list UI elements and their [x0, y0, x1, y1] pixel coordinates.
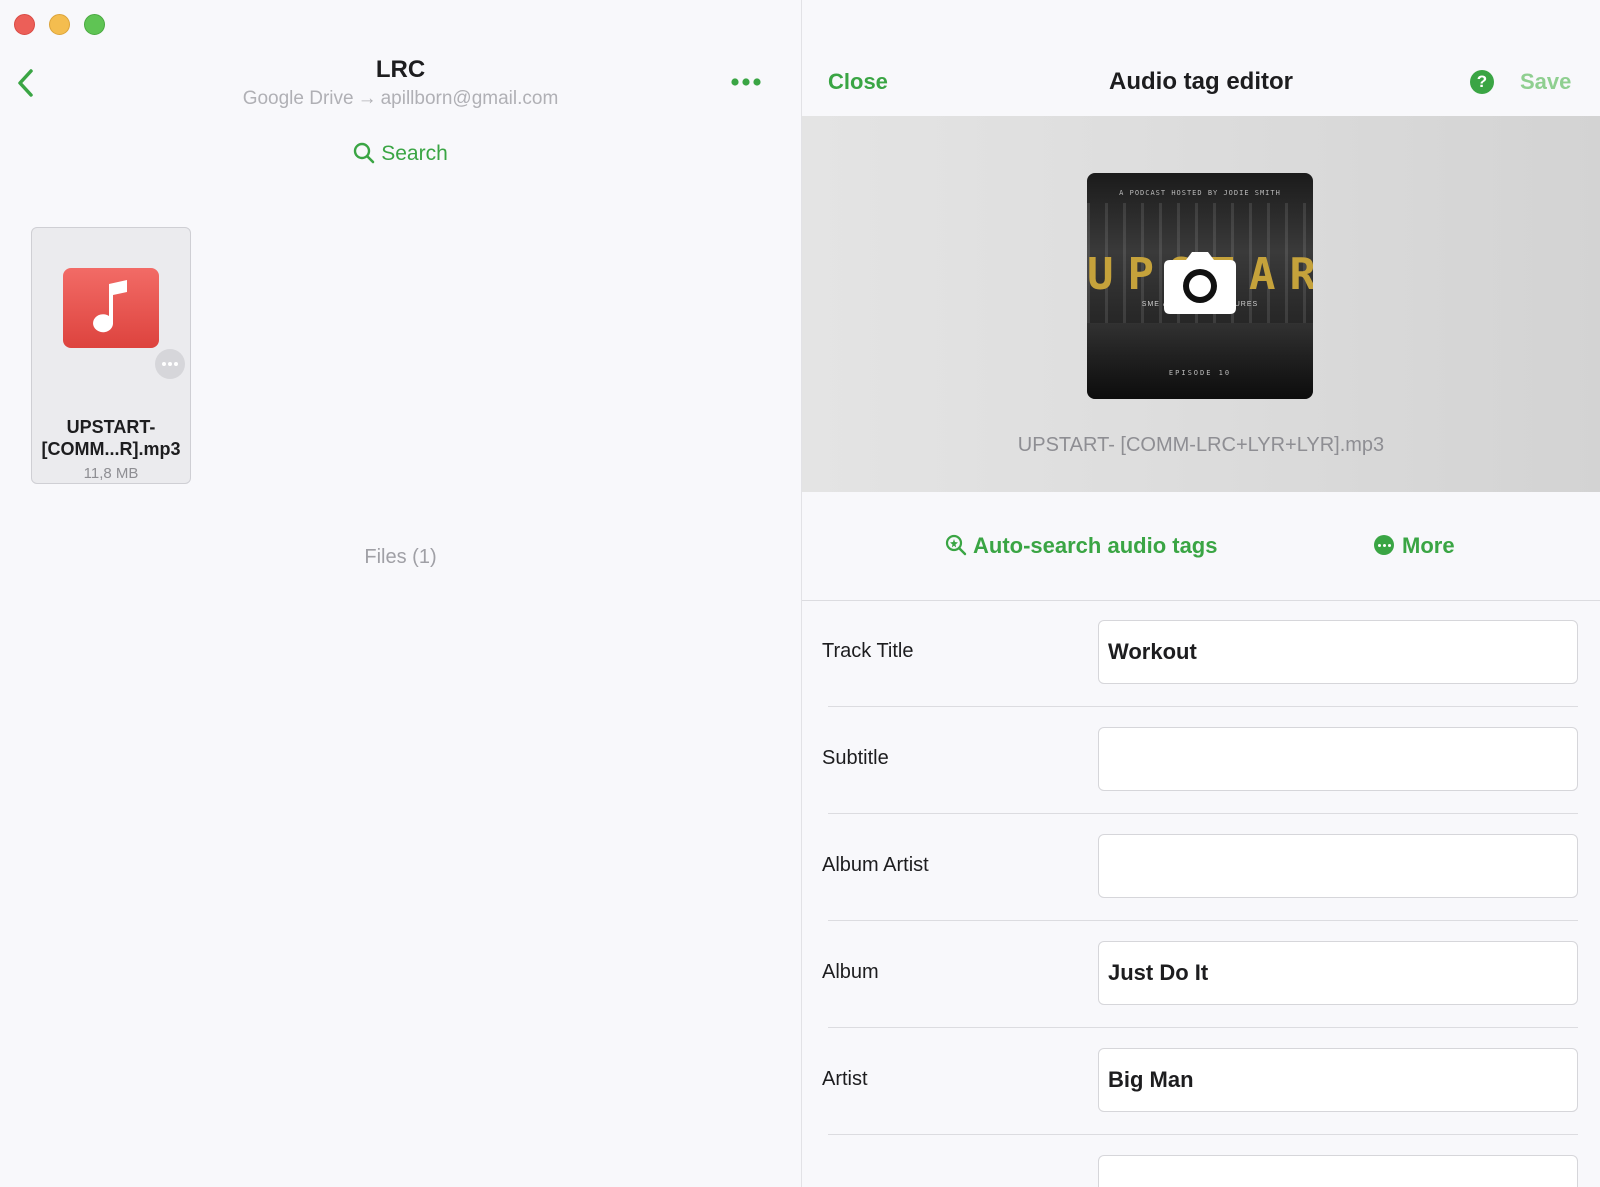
auto-search-tags-button[interactable]: Auto-search audio tags — [945, 533, 1217, 559]
folder-title: LRC — [375, 56, 426, 83]
artwork-episode: EPISODE 10 — [1168, 369, 1232, 377]
audio-tag-editor-pane: Audio tag editor Close ? Save A PODCAST … — [802, 0, 1600, 1187]
album-artwork[interactable]: A PODCAST HOSTED BY JODIE SMITH UPSTART … — [1087, 173, 1313, 399]
artist-row: Artist — [802, 1028, 1600, 1135]
audio-file-name: UPSTART- [COMM-LRC+LYR+LYR].mp3 — [1017, 434, 1385, 456]
close-button[interactable]: Close — [828, 69, 888, 95]
album-artist-row: Album Artist — [802, 814, 1600, 921]
album-label: Album — [822, 961, 879, 983]
next-tag-input[interactable] — [1098, 1155, 1578, 1187]
folder-location: Google Drive → apillborn@gmail.com — [0, 88, 801, 110]
location-source: Google Drive — [242, 88, 354, 109]
music-file-icon — [63, 268, 159, 348]
album-row: Album — [802, 921, 1600, 1028]
subtitle-input[interactable] — [1098, 727, 1578, 791]
window-minimize-button[interactable] — [49, 14, 70, 35]
location-account: apillborn@gmail.com — [380, 88, 559, 109]
search-icon — [354, 142, 375, 164]
search-label: Search — [381, 142, 448, 165]
album-artist-input[interactable] — [1098, 834, 1578, 898]
file-size: 11,8 MB — [83, 465, 139, 482]
artist-input[interactable] — [1098, 1048, 1578, 1112]
files-count: Files (1) — [364, 546, 437, 568]
tag-actions-bar: Auto-search audio tags More — [802, 492, 1600, 601]
cover-art-section: A PODCAST HOSTED BY JODIE SMITH UPSTART … — [802, 116, 1600, 492]
music-note-icon — [93, 280, 127, 333]
help-icon[interactable]: ? — [1470, 70, 1494, 94]
file-name: UPSTART- [COMM...R].mp3 — [41, 417, 181, 459]
more-label: More — [1402, 533, 1455, 558]
artwork-top-text: A PODCAST HOSTED BY JODIE SMITH — [1119, 189, 1281, 197]
next-tag-row — [802, 1135, 1600, 1187]
track-title-label: Track Title — [822, 640, 914, 662]
ellipsis-icon — [731, 78, 761, 86]
window-close-button[interactable] — [14, 14, 35, 35]
subtitle-row: Subtitle — [802, 707, 1600, 814]
file-browser-pane: LRC Google Drive → apillborn@gmail.com Sea… — [0, 0, 801, 1187]
artwork-floor — [1087, 323, 1313, 399]
arrow-right-icon: → — [357, 88, 377, 109]
search-button[interactable]: Search — [0, 142, 801, 166]
album-input[interactable] — [1098, 941, 1578, 1005]
album-artist-label: Album Artist — [822, 854, 929, 876]
subtitle-label: Subtitle — [822, 747, 889, 769]
file-item[interactable]: UPSTART- [COMM...R].mp3 11,8 MB — [31, 227, 191, 484]
track-title-input[interactable] — [1098, 620, 1578, 684]
more-options-button[interactable] — [730, 72, 762, 92]
track-title-row: Track Title — [802, 600, 1600, 707]
auto-search-label: Auto-search audio tags — [973, 533, 1218, 558]
window-zoom-button[interactable] — [84, 14, 105, 35]
file-more-button[interactable] — [155, 349, 185, 379]
artist-label: Artist — [822, 1068, 868, 1090]
more-actions-button[interactable]: More — [1374, 533, 1455, 559]
save-button[interactable]: Save — [1520, 69, 1571, 95]
camera-icon[interactable] — [1162, 250, 1238, 316]
more-circle-icon — [1374, 535, 1394, 555]
magnifier-star-icon — [945, 534, 967, 556]
